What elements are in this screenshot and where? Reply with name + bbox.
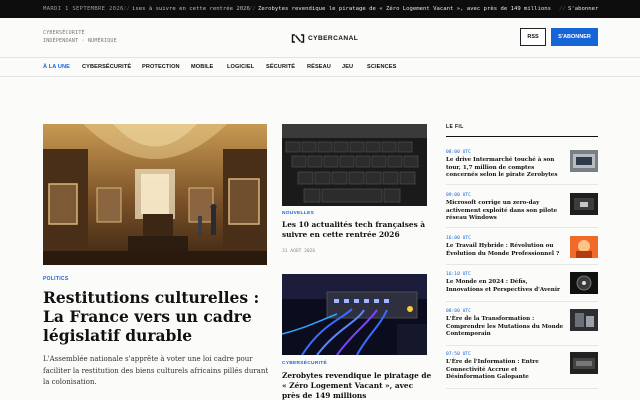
- fil-title[interactable]: L'Ère de la Transformation : Comprendre …: [446, 316, 564, 339]
- ticker-item[interactable]: ises à suivre en cette rentrée 2026: [132, 0, 250, 18]
- hero-title[interactable]: Restitutions culturelles : La France ver…: [43, 288, 267, 345]
- fil-thumbnail[interactable]: [570, 272, 598, 294]
- main-nav: À LA UNE CYBERSÉCURITÉ PROTECTION MOBILE…: [0, 58, 640, 77]
- fil-time: 08:00 UTC: [446, 150, 471, 155]
- divider: [446, 388, 598, 389]
- nav-item-jeu[interactable]: JEU: [342, 58, 353, 77]
- article-title[interactable]: Zerobytes revendique le piratage de « Zé…: [282, 371, 432, 400]
- fil-time: 08:00 UTC: [446, 309, 471, 314]
- fil-title[interactable]: Microsoft corrige un zero-day activement…: [446, 200, 564, 223]
- article-title[interactable]: Les 10 actualités tech françaises à suiv…: [282, 220, 430, 240]
- fil-title[interactable]: L'Ère de l'Information : Entre Connectiv…: [446, 359, 564, 382]
- nav-item-a-la-une[interactable]: À LA UNE: [43, 58, 70, 77]
- divider: [446, 136, 598, 137]
- article-image-keyboard[interactable]: [282, 124, 427, 206]
- fil-time: 16:10 UTC: [446, 272, 471, 277]
- ticker-separator: //: [559, 6, 566, 12]
- fil-thumbnail[interactable]: [570, 193, 598, 215]
- fil-title[interactable]: Le Travail Hybride : Révolution ou Évolu…: [446, 243, 564, 258]
- ticker-date: MARDI 1 SEPTEMBRE 2026: [43, 6, 124, 12]
- ticker-separator: //: [249, 6, 256, 12]
- article-image-network[interactable]: [282, 274, 427, 355]
- divider: [446, 227, 598, 228]
- fil-title[interactable]: Le drive Intermarché touché à son tour, …: [446, 157, 564, 180]
- logo-mark-icon: [291, 33, 305, 43]
- masthead: CYBERSÉCURITÉ INDÉPENDANT · NUMÉRIQUE CY…: [0, 18, 640, 58]
- article-category[interactable]: NOUVELLES: [282, 211, 314, 216]
- article-date: 31 AOÛT 2026: [282, 249, 316, 254]
- tagline-line: INDÉPENDANT · NUMÉRIQUE: [43, 38, 117, 44]
- article-category[interactable]: CYBERSÉCURITÉ: [282, 361, 327, 366]
- site-tagline: CYBERSÉCURITÉ INDÉPENDANT · NUMÉRIQUE: [43, 29, 117, 45]
- nav-item-logiciel[interactable]: LOGICIEL: [227, 58, 254, 77]
- nav-item-securite[interactable]: SÉCURITÉ: [266, 58, 295, 77]
- hero-description: L'Assemblée nationale s'apprête à voter …: [43, 355, 269, 386]
- nav-item-cybersecurite[interactable]: CYBERSÉCURITÉ: [82, 58, 131, 77]
- divider: [446, 264, 598, 265]
- nav-item-protection[interactable]: PROTECTION: [142, 58, 180, 77]
- tagline-line: CYBERSÉCURITÉ: [43, 30, 85, 36]
- fil-time: 07:50 UTC: [446, 352, 471, 357]
- divider: [446, 301, 598, 302]
- subscribe-button[interactable]: S'ABONNER: [551, 28, 598, 46]
- rss-button[interactable]: RSS: [520, 28, 546, 46]
- news-ticker: MARDI 1 SEPTEMBRE 2026 // ises à suivre …: [0, 0, 640, 18]
- ticker-item[interactable]: Zerobytes revendique le piratage de « Zé…: [258, 0, 551, 18]
- hero-category[interactable]: POLITICS: [43, 276, 68, 282]
- fil-thumbnail[interactable]: [570, 236, 598, 258]
- logo-text: CYBERCANAL: [308, 34, 359, 42]
- fil-thumbnail[interactable]: [570, 309, 598, 331]
- nav-item-reseau[interactable]: RÉSEAU: [307, 58, 331, 77]
- le-fil-heading: LE FIL: [446, 124, 464, 130]
- fil-thumbnail[interactable]: [570, 352, 598, 374]
- fil-time: 16:00 UTC: [446, 236, 471, 241]
- fil-time: 09:00 UTC: [446, 193, 471, 198]
- divider: [446, 184, 598, 185]
- ticker-item[interactable]: S'abonner: [568, 0, 598, 18]
- fil-thumbnail[interactable]: [570, 150, 598, 172]
- nav-item-sciences[interactable]: SCIENCES: [367, 58, 396, 77]
- hero-image[interactable]: [43, 124, 267, 265]
- site-logo[interactable]: CYBERCANAL: [291, 32, 358, 44]
- divider: [446, 345, 598, 346]
- fil-title[interactable]: Le Monde en 2024 : Défis, Innovations et…: [446, 279, 564, 294]
- ticker-separator: //: [123, 6, 130, 12]
- nav-item-mobile[interactable]: MOBILE: [191, 58, 213, 77]
